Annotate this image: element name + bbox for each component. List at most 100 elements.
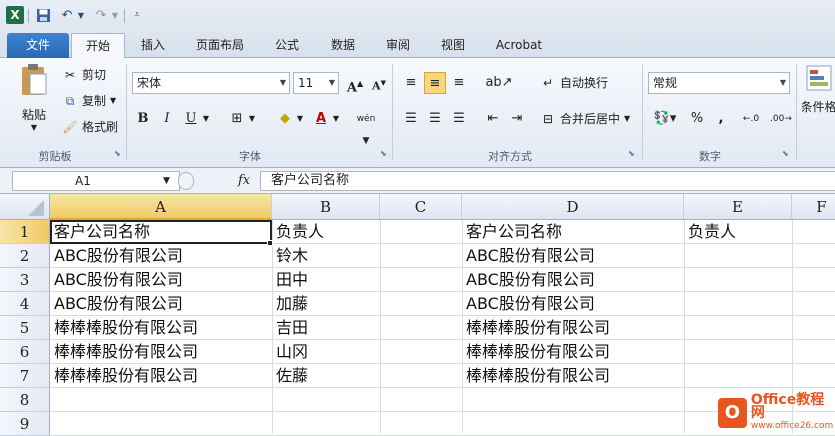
format-painter-button[interactable]: 🖌 格式刷 — [62, 118, 118, 135]
font-color-dropdown-icon[interactable]: ▼ — [330, 108, 342, 130]
spreadsheet-grid[interactable]: A B C D E F 1 客户公司名称 负责人 客户公司名称 负责人 2 ABC股份有限公… — [0, 194, 835, 436]
cell-d1[interactable]: 客户公司名称 — [462, 220, 562, 244]
tab-acrobat[interactable]: Acrobat — [486, 33, 552, 58]
undo-dropdown-icon[interactable]: ▼ — [76, 6, 86, 24]
select-all-button[interactable] — [0, 194, 50, 220]
borders-dropdown-icon[interactable]: ▼ — [246, 108, 258, 130]
row-header-2[interactable]: 2 — [0, 244, 50, 268]
formula-bar-splitter[interactable] — [178, 172, 194, 190]
tab-file[interactable]: 文件 — [7, 33, 69, 58]
orientation-icon[interactable]: ab↗ — [484, 72, 514, 94]
tab-formulas[interactable]: 公式 — [264, 33, 310, 58]
row-header-1[interactable]: 1 — [0, 220, 50, 244]
cell-c3[interactable] — [380, 268, 384, 292]
formula-input[interactable]: 客户公司名称 — [260, 171, 835, 191]
shrink-font-button[interactable]: A▼ — [368, 72, 390, 94]
dialog-launcher-icon[interactable]: ⬊ — [114, 149, 124, 159]
cell-c2[interactable] — [380, 244, 384, 268]
excel-logo-icon[interactable]: X — [6, 6, 24, 24]
cell-b3[interactable]: 田中 — [272, 268, 308, 292]
cell-a5[interactable]: 棒棒棒股份有限公司 — [50, 316, 198, 340]
tab-view[interactable]: 视图 — [430, 33, 476, 58]
fill-handle[interactable] — [267, 240, 273, 246]
cell-b7[interactable]: 佐藤 — [272, 364, 308, 388]
row-header-4[interactable]: 4 — [0, 292, 50, 316]
cell-d3[interactable]: ABC股份有限公司 — [462, 268, 595, 292]
cell-c6[interactable] — [380, 340, 384, 364]
redo-dropdown-icon[interactable]: ▼ — [110, 6, 120, 24]
cell-d6[interactable]: 棒棒棒股份有限公司 — [462, 340, 610, 364]
cell-a2[interactable]: ABC股份有限公司 — [50, 244, 183, 268]
column-header-c[interactable]: C — [380, 194, 462, 220]
cell-e1[interactable]: 负责人 — [684, 220, 736, 244]
align-left-icon[interactable]: ☰ — [400, 108, 422, 130]
row-header-9[interactable]: 9 — [0, 412, 50, 436]
tab-insert[interactable]: 插入 — [132, 33, 174, 58]
decrease-decimal-icon[interactable]: .00→ — [768, 108, 794, 130]
tab-page-layout[interactable]: 页面布局 — [186, 33, 254, 58]
percent-style-button[interactable]: % — [686, 108, 708, 130]
cell-d5[interactable]: 棒棒棒股份有限公司 — [462, 316, 610, 340]
copy-dropdown-icon[interactable]: ▼ — [110, 96, 116, 105]
font-color-icon[interactable]: A — [310, 108, 332, 130]
row-header-6[interactable]: 6 — [0, 340, 50, 364]
increase-decimal-icon[interactable]: ←.0 — [738, 108, 764, 130]
cell-a7[interactable]: 棒棒棒股份有限公司 — [50, 364, 198, 388]
font-name-select[interactable]: 宋体 ▼ — [132, 72, 290, 94]
italic-button[interactable]: I — [156, 108, 178, 130]
decrease-indent-icon[interactable]: ⇤ — [482, 108, 504, 130]
redo-icon[interactable]: ↷ — [92, 6, 110, 24]
row-header-3[interactable]: 3 — [0, 268, 50, 292]
merge-dropdown-icon[interactable]: ▼ — [624, 114, 630, 123]
number-format-select[interactable]: 常规 ▼ — [648, 72, 790, 94]
cell-e7[interactable] — [684, 364, 688, 388]
underline-dropdown-icon[interactable]: ▼ — [200, 108, 212, 130]
name-box[interactable]: A1 — [12, 171, 180, 191]
paste-button[interactable]: 粘贴 ▼ — [14, 62, 54, 142]
column-header-d[interactable]: D — [462, 194, 684, 220]
cell-e6[interactable] — [684, 340, 688, 364]
cell-b1[interactable]: 负责人 — [272, 220, 324, 244]
comma-style-button[interactable]: , — [710, 108, 732, 130]
borders-icon[interactable]: ⊞ — [226, 108, 248, 130]
column-header-f[interactable]: F — [792, 194, 835, 220]
merge-center-button[interactable]: ⊟ 合并后居中 ▼ — [540, 110, 630, 127]
cell-d4[interactable]: ABC股份有限公司 — [462, 292, 595, 316]
align-middle-icon[interactable]: ≡ — [424, 72, 446, 94]
grow-font-button[interactable]: A▲ — [344, 72, 366, 95]
row-header-7[interactable]: 7 — [0, 364, 50, 388]
cell-b5[interactable]: 吉田 — [272, 316, 308, 340]
cell-d2[interactable]: ABC股份有限公司 — [462, 244, 595, 268]
column-header-b[interactable]: B — [272, 194, 380, 220]
fill-color-dropdown-icon[interactable]: ▼ — [294, 108, 306, 130]
cell-d7[interactable]: 棒棒棒股份有限公司 — [462, 364, 610, 388]
column-header-e[interactable]: E — [684, 194, 792, 220]
insert-function-button[interactable]: fx — [238, 173, 250, 188]
save-icon[interactable] — [34, 6, 52, 24]
dialog-launcher-icon[interactable]: ⬊ — [628, 149, 638, 159]
phonetic-guide-button[interactable]: wén ▼ — [352, 108, 380, 146]
underline-button[interactable]: U — [180, 108, 202, 130]
increase-indent-icon[interactable]: ⇥ — [506, 108, 528, 130]
tab-data[interactable]: 数据 — [320, 33, 366, 58]
align-top-icon[interactable]: ≡ — [400, 72, 422, 94]
cell-c4[interactable] — [380, 292, 384, 316]
cell-c7[interactable] — [380, 364, 384, 388]
tab-home[interactable]: 开始 — [71, 33, 125, 58]
cell-e3[interactable] — [684, 268, 688, 292]
dialog-launcher-icon[interactable]: ⬊ — [782, 149, 792, 159]
cell-a3[interactable]: ABC股份有限公司 — [50, 268, 183, 292]
paste-dropdown-icon[interactable]: ▼ — [31, 123, 37, 132]
copy-button[interactable]: ⧉ 复制 ▼ — [62, 92, 116, 109]
cell-b4[interactable]: 加藤 — [272, 292, 308, 316]
cell-b6[interactable]: 山冈 — [272, 340, 308, 364]
cell-a4[interactable]: ABC股份有限公司 — [50, 292, 183, 316]
conditional-formatting-button[interactable]: 条件格 — [802, 64, 835, 115]
align-right-icon[interactable]: ☰ — [448, 108, 470, 130]
align-bottom-icon[interactable]: ≡ — [448, 72, 470, 94]
row-header-5[interactable]: 5 — [0, 316, 50, 340]
cell-e4[interactable] — [684, 292, 688, 316]
name-box-dropdown-icon[interactable]: ▼ — [163, 176, 170, 186]
column-header-a[interactable]: A — [50, 194, 272, 220]
bold-button[interactable]: B — [132, 108, 154, 130]
